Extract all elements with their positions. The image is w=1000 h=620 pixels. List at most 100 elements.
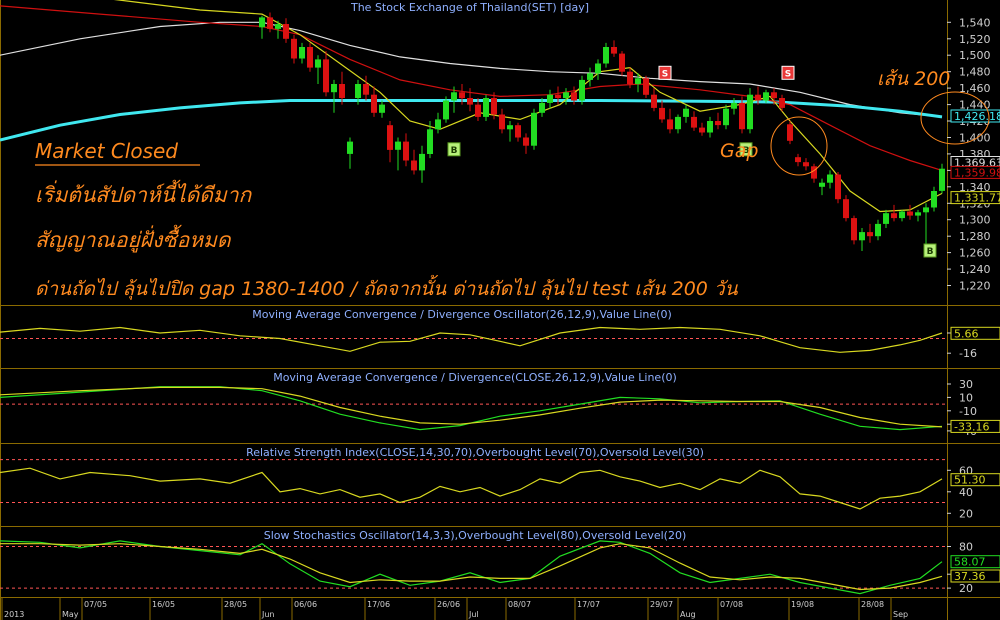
candle-body: [283, 24, 289, 39]
candle-body: [299, 47, 305, 59]
price-tick-label: 1,240: [959, 263, 991, 276]
candle-body: [507, 125, 513, 130]
candle-body: [587, 73, 593, 80]
candle-body: [347, 141, 353, 154]
candle-body: [315, 59, 321, 68]
x-axis-label: 06/06: [294, 600, 317, 609]
candle-body: [819, 182, 825, 187]
rsi-title: Relative Strength Index(CLOSE,14,30,70),…: [246, 446, 704, 459]
macd-tick-label: 10: [959, 391, 973, 404]
candle-body: [867, 232, 873, 237]
candle-body: [715, 121, 721, 126]
candle-body: [667, 119, 673, 130]
price-tick-label: 1,480: [959, 66, 991, 79]
x-axis-label: 07/05: [84, 600, 107, 609]
macd-value-label: -33.16: [954, 420, 989, 433]
candle-body: [555, 94, 561, 98]
candle-body: [835, 174, 841, 200]
x-axis-label: May: [62, 610, 79, 619]
candle-body: [451, 92, 457, 101]
sell-signal-label: S: [785, 69, 791, 79]
candle-body: [267, 17, 273, 29]
candle-body: [355, 84, 361, 98]
x-axis-label: 07/08: [720, 600, 743, 609]
price-tick-label: 1,260: [959, 247, 991, 260]
candle-body: [619, 53, 625, 72]
stochastic-tick-label: 20: [959, 582, 973, 595]
candle-body: [683, 108, 689, 117]
candle-body: [291, 38, 297, 59]
x-axis-label: Aug: [680, 610, 696, 619]
candle-body: [827, 174, 833, 183]
candle-body: [323, 59, 329, 93]
candle-body: [419, 153, 425, 171]
set-chart: The Stock Exchange of Thailand(SET) [day…: [0, 0, 1000, 620]
candle-body: [371, 94, 377, 113]
candle-body: [923, 207, 929, 213]
x-axis-label: 28/05: [224, 600, 247, 609]
candle-body: [859, 232, 865, 241]
price-tick-label: 1,500: [959, 49, 991, 62]
price-tick-label: 1,220: [959, 280, 991, 293]
candle-body: [435, 119, 441, 130]
macd-oscillator-tick-label: -16: [959, 347, 977, 360]
stochastic-value-label: 58.07: [954, 556, 986, 569]
candle-body: [491, 98, 497, 115]
candle-body: [747, 94, 753, 130]
candle-body: [499, 114, 505, 130]
candle-body: [531, 112, 537, 146]
candle-body: [379, 104, 385, 113]
candle-body: [259, 17, 265, 28]
candle-body: [771, 92, 777, 99]
candle-body: [723, 108, 729, 126]
candle-body: [763, 92, 769, 101]
candle-body: [659, 107, 665, 120]
x-axis-label: Jul: [468, 610, 479, 619]
candle-body: [755, 94, 761, 101]
candle-body: [907, 211, 913, 216]
macd-oscillator-title: Moving Average Convergence / Divergence …: [252, 308, 671, 321]
x-axis-label: 19/08: [791, 600, 814, 609]
candle-body: [467, 98, 473, 105]
candle-body: [411, 160, 417, 171]
annotation-gap: Gap: [720, 140, 758, 162]
candle-body: [939, 168, 945, 191]
candle-body: [875, 223, 881, 237]
candle-body: [779, 98, 785, 108]
candle-body: [603, 47, 609, 64]
x-axis-label: Jun: [261, 610, 275, 619]
candle-body: [675, 116, 681, 130]
price-tick-label: 1,300: [959, 214, 991, 227]
rsi-value-label: 51.30: [954, 474, 986, 487]
x-axis-label: 17/07: [577, 600, 600, 609]
x-axis-label: Sep: [893, 610, 908, 619]
candle-body: [643, 78, 649, 95]
price-tick-label: 1,540: [959, 16, 991, 29]
price-tick-label: 1,280: [959, 230, 991, 243]
rsi-tick-label: 20: [959, 507, 973, 520]
buy-signal-label: B: [451, 146, 458, 156]
candle-body: [883, 213, 889, 224]
x-axis-label: 26/06: [437, 600, 460, 609]
candle-body: [459, 92, 465, 99]
annotation-line-3: ด่านถัดไป ลุ้นไปปิด gap 1380-1400 / ถัดจ…: [35, 274, 739, 300]
candle-body: [739, 102, 745, 130]
x-axis-label: 17/06: [367, 600, 390, 609]
candle-body: [803, 162, 809, 167]
candle-body: [651, 94, 657, 108]
candle-body: [307, 47, 313, 68]
macd-tick-label: 30: [959, 378, 973, 391]
candle-body: [931, 191, 937, 208]
price-value-label: 1,359.98: [954, 166, 1000, 179]
candle-body: [611, 47, 617, 54]
price-value-label: 1,331.77: [954, 192, 1000, 205]
candle-body: [539, 102, 545, 113]
macd-tick-label: -10: [959, 405, 977, 418]
candle-body: [403, 141, 409, 161]
candle-body: [891, 213, 897, 219]
candle-body: [515, 125, 521, 138]
stochastic-tick-label: 80: [959, 541, 973, 554]
price-value-label: 1,426.18: [954, 110, 1000, 123]
candle-body: [851, 218, 857, 241]
x-axis-label: 16/05: [152, 600, 175, 609]
